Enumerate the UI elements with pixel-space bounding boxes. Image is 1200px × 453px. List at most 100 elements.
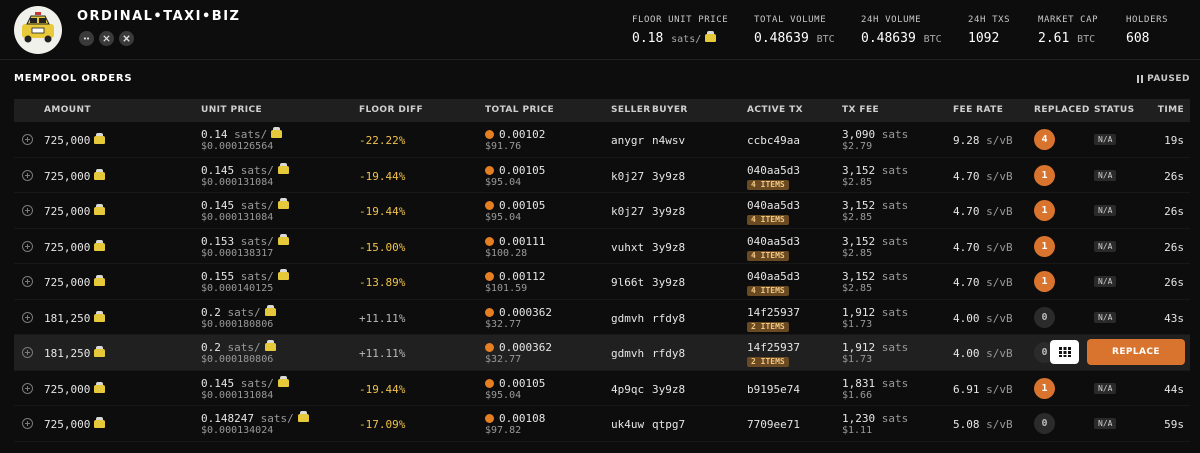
- col-status[interactable]: STATUS: [1094, 105, 1135, 115]
- col-seller[interactable]: SELLER: [611, 105, 651, 115]
- unit-price-value: 0.2: [201, 305, 221, 319]
- time-ago: 43s: [1164, 311, 1184, 325]
- items-badge: 4 ITEMS: [747, 215, 789, 225]
- amount-cell: 181,250: [44, 346, 106, 360]
- seller-link[interactable]: gdmvh: [611, 312, 644, 325]
- table-row[interactable]: 181,250 0.2 sats/ $0.000180806 +11.11% 0…: [14, 300, 1190, 335]
- buyer-link[interactable]: n4wsv: [652, 134, 685, 147]
- active-tx-cell: 040aa5d3 4 ITEMS: [747, 199, 800, 225]
- fee-rate-value: 4.70: [953, 276, 980, 289]
- table-row[interactable]: 725,000 0.153 sats/ $0.000138317 -15.00%…: [14, 229, 1190, 264]
- status-badge: N/A: [1094, 205, 1117, 216]
- active-tx-link[interactable]: ccbc49aa: [747, 134, 800, 147]
- sats-label: sats: [881, 412, 909, 425]
- unit-price-usd: $0.000140125: [201, 283, 274, 294]
- col-replaced[interactable]: REPLACED: [1034, 105, 1090, 115]
- time-ago: 44s: [1164, 382, 1184, 396]
- tx-fee-sats: 1,230: [842, 412, 876, 425]
- active-tx-cell: 040aa5d3 4 ITEMS: [747, 235, 800, 261]
- bitcoin-icon: [485, 165, 494, 175]
- active-tx-link[interactable]: 14f25937: [747, 341, 800, 354]
- col-tx-fee[interactable]: TX FEE: [842, 105, 879, 115]
- buyer-link[interactable]: rfdy8: [652, 312, 685, 325]
- buyer-link[interactable]: rfdy8: [652, 347, 685, 360]
- col-total-price[interactable]: TOTAL PRICE: [485, 105, 554, 115]
- floor-diff: +11.11%: [359, 311, 406, 325]
- active-tx-link[interactable]: b9195e74: [747, 383, 800, 396]
- col-active-tx[interactable]: ACTIVE TX: [747, 105, 803, 115]
- bitcoin-icon: [485, 201, 494, 210]
- active-tx-link[interactable]: 040aa5d3: [747, 199, 800, 212]
- buyer-link[interactable]: 3y9z8: [652, 205, 685, 218]
- active-tx-link[interactable]: 14f25937: [747, 306, 800, 319]
- table-row[interactable]: 725,000 0.148247 sats/ $0.000134024 -17.…: [14, 406, 1190, 442]
- expand-icon[interactable]: [22, 205, 33, 216]
- seller-link[interactable]: vuhxt: [611, 241, 644, 254]
- amount-value: 725,000: [44, 134, 91, 147]
- expand-icon[interactable]: [22, 134, 33, 145]
- x-icon[interactable]: [119, 31, 134, 46]
- col-floor-diff[interactable]: FLOOR DIFF: [359, 105, 423, 115]
- seller-link[interactable]: 9l66t: [611, 276, 644, 289]
- buyer-link[interactable]: 3y9z8: [652, 241, 685, 254]
- floor-diff: -17.09%: [359, 418, 406, 431]
- table-row[interactable]: 725,000 0.14 sats/ $0.000126564 -22.22% …: [14, 122, 1190, 158]
- taxi-icon: [271, 127, 283, 138]
- expand-icon[interactable]: [22, 169, 33, 181]
- table-row[interactable]: 725,000 0.145 sats/ $0.000131084 -19.44%…: [14, 193, 1190, 229]
- total-price-usd: $32.77: [485, 318, 522, 330]
- table-row[interactable]: 725,000 0.145 sats/ $0.000131084 -19.44%…: [14, 158, 1190, 193]
- buyer-link[interactable]: 3y9z8: [652, 383, 685, 396]
- fee-rate-cell: 4.00 s/vB: [953, 347, 1013, 360]
- replace-button[interactable]: REPLACE: [1087, 339, 1185, 365]
- fee-rate-value: 4.70: [953, 240, 980, 254]
- table-row[interactable]: 181,250 0.2 sats/ $0.000180806 +11.11% 0…: [14, 335, 1190, 371]
- seller-link[interactable]: gdmvh: [611, 347, 644, 360]
- seller-link[interactable]: k0j27: [611, 170, 644, 183]
- seller-link[interactable]: uk4uw: [611, 418, 644, 431]
- active-tx-cell: 14f25937 2 ITEMS: [747, 306, 800, 332]
- active-tx-link[interactable]: 040aa5d3: [747, 164, 800, 177]
- col-buyer[interactable]: BUYER: [652, 105, 688, 115]
- col-fee-rate[interactable]: FEE RATE: [953, 105, 1003, 115]
- floor-diff: -19.44%: [359, 169, 406, 183]
- col-time[interactable]: TIME: [1158, 105, 1184, 115]
- paused-toggle[interactable]: PAUSED: [1137, 74, 1190, 84]
- fee-rate-cell: 6.91 s/vB: [953, 383, 1013, 396]
- replaced-count: 1: [1034, 235, 1055, 257]
- total-btc: 0.00105: [499, 199, 546, 212]
- amount-value: 181,250: [44, 347, 91, 360]
- taxi-icon: [94, 239, 106, 251]
- amount-cell: 725,000: [44, 133, 106, 147]
- expand-icon[interactable]: [22, 347, 33, 358]
- seller-link[interactable]: 4p9qc: [611, 383, 644, 396]
- total-btc: 0.00105: [499, 163, 546, 177]
- svb-label: s/vB: [986, 311, 1013, 325]
- expand-icon[interactable]: [22, 382, 33, 394]
- expand-icon[interactable]: [22, 418, 33, 429]
- seller-link[interactable]: k0j27: [611, 205, 644, 218]
- buyer-link[interactable]: qtpg7: [652, 418, 685, 431]
- table-row[interactable]: 725,000 0.145 sats/ $0.000131084 -19.44%…: [14, 371, 1190, 406]
- grid-view-button[interactable]: [1050, 340, 1079, 364]
- col-amount[interactable]: AMOUNT: [44, 105, 91, 115]
- active-tx-link[interactable]: 040aa5d3: [747, 270, 800, 283]
- col-unit-price[interactable]: UNIT PRICE: [201, 105, 262, 115]
- tx-fee-usd: $1.11: [842, 425, 873, 436]
- expand-icon[interactable]: [22, 311, 33, 323]
- discord-icon[interactable]: [79, 31, 94, 46]
- active-tx-link[interactable]: 7709ee71: [747, 418, 800, 431]
- stat-label: 24H VOLUME: [861, 15, 922, 25]
- expand-icon[interactable]: [22, 276, 33, 287]
- seller-link[interactable]: anygr: [611, 134, 644, 147]
- expand-icon[interactable]: [22, 240, 33, 252]
- active-tx-link[interactable]: 040aa5d3: [747, 235, 800, 248]
- unit-label: sats/: [240, 376, 274, 390]
- stat-unit: sats/: [671, 34, 702, 45]
- active-tx-cell: b9195e74: [747, 383, 800, 396]
- buyer-link[interactable]: 3y9z8: [652, 170, 685, 183]
- website-icon[interactable]: [99, 31, 114, 46]
- buyer-link[interactable]: 3y9z8: [652, 276, 685, 289]
- amount-value: 725,000: [44, 169, 91, 183]
- table-row[interactable]: 725,000 0.155 sats/ $0.000140125 -13.89%…: [14, 264, 1190, 300]
